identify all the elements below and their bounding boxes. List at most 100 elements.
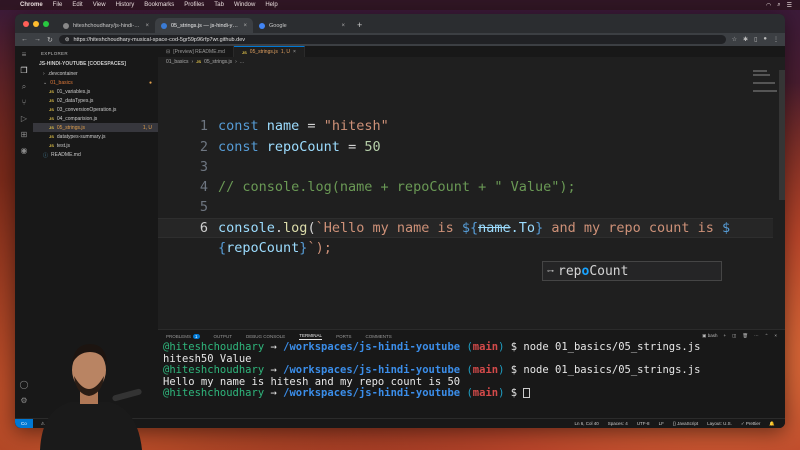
tree-item-03-conversion[interactable]: JS 03_conversionOperation.js <box>33 105 158 114</box>
maximize-panel-icon[interactable]: ⌃ <box>765 333 769 339</box>
browser-tab-github[interactable]: hiteshchoudhary/js-hindi-yout × <box>57 18 155 33</box>
search-icon[interactable]: ⌕ <box>19 82 29 92</box>
back-icon[interactable]: ← <box>21 36 28 43</box>
site-info-icon[interactable]: ⊜ <box>65 37 70 43</box>
tree-item-datatypes-summary[interactable]: JS datatypes-summary.js <box>33 132 158 141</box>
google-icon <box>259 22 265 29</box>
tree-item-01-variables[interactable]: JS 01_variables.js <box>33 87 158 96</box>
keyboard-layout[interactable]: Layout: U.S. <box>707 421 732 427</box>
menu-help[interactable]: Help <box>265 2 277 8</box>
zoom-window-button[interactable] <box>43 21 49 27</box>
js-file-icon: JS <box>49 134 54 139</box>
close-tab-icon[interactable]: × <box>341 23 345 29</box>
code-line-6-wrap[interactable]: {repoCount}`); <box>158 238 332 258</box>
panel-tab-debug-console[interactable]: DEBUG CONSOLE <box>246 334 285 339</box>
tree-item-readme[interactable]: ⓘ README.md <box>33 150 158 160</box>
extensions-icon[interactable]: ✱ <box>743 36 748 43</box>
breadcrumb-file[interactable]: 05_strings.js <box>204 59 232 65</box>
terminal-prompt[interactable]: @hiteshchoudhary → /workspaces/js-hindi-… <box>163 387 785 400</box>
code-line-5[interactable]: 5 <box>158 197 218 217</box>
editor-tab-05-strings[interactable]: JS 05_strings.js 1, U × <box>233 46 305 57</box>
control-center-icon[interactable]: ☰ <box>787 2 792 9</box>
forward-icon[interactable]: → <box>34 36 41 43</box>
suggestion-item[interactable]: repoCount <box>558 264 628 279</box>
indentation[interactable]: Spaces: 4 <box>608 421 628 427</box>
code-line-4[interactable]: 4// console.log(name + repoCount + " Val… <box>158 177 576 197</box>
reload-icon[interactable]: ↻ <box>47 36 53 44</box>
line-ending[interactable]: LF <box>659 421 664 427</box>
editor-tab-readme-preview[interactable]: ⊟ [Preview] README.md <box>158 46 234 57</box>
github-icon[interactable]: ◉ <box>19 146 29 156</box>
menu-view[interactable]: View <box>93 2 106 8</box>
minimize-window-button[interactable] <box>33 21 39 27</box>
tree-item-02-datatypes[interactable]: JS 02_dataTypes.js <box>33 96 158 105</box>
code-line-1[interactable]: 1 const name = "hitesh" <box>158 116 389 136</box>
editor-scrollbar[interactable] <box>779 70 785 200</box>
close-tab-icon[interactable]: × <box>293 49 296 55</box>
panel-tab-terminal[interactable]: TERMINAL <box>299 333 323 340</box>
settings-gear-icon[interactable]: ⚙ <box>19 396 29 406</box>
cursor-position[interactable]: Ln 6, Col 40 <box>575 421 599 427</box>
new-terminal-icon[interactable]: + <box>723 333 726 339</box>
wifi-icon[interactable]: ◠ <box>766 2 771 9</box>
extensions-icon[interactable]: ⊞ <box>19 130 29 140</box>
chevron-right-icon: › <box>43 70 45 77</box>
tree-item-test[interactable]: JS test.js <box>33 141 158 150</box>
kebab-menu-icon[interactable]: ⋮ <box>773 36 779 43</box>
code-line-2[interactable]: 2 const repoCount = 50 <box>158 137 381 157</box>
menu-edit[interactable]: Edit <box>72 2 82 8</box>
tree-item-05-strings[interactable]: JS 05_strings.js 1, U <box>33 123 158 132</box>
menu-window[interactable]: Window <box>234 2 255 8</box>
prettier-status[interactable]: ✓ Prettier <box>741 421 761 427</box>
notifications-bell-icon[interactable]: 🔔 <box>769 421 775 427</box>
menu-profiles[interactable]: Profiles <box>184 2 204 8</box>
split-terminal-icon[interactable]: ◫ <box>732 333 736 339</box>
explorer-icon[interactable]: ❐ <box>19 66 29 76</box>
breadcrumb-symbol[interactable]: ... <box>240 59 244 65</box>
tree-item-devcontainer[interactable]: › .devcontainer <box>33 69 158 78</box>
url-field[interactable]: ⊜ https://hiteshchoudhary-musical-space-… <box>58 35 726 44</box>
close-tab-icon[interactable]: × <box>145 23 149 29</box>
language-mode[interactable]: {} JavaScript <box>673 421 698 427</box>
source-control-icon[interactable]: ⑂ <box>19 98 29 108</box>
menu-app[interactable]: Chrome <box>20 2 43 8</box>
tab-label: Google <box>269 22 287 29</box>
close-panel-icon[interactable]: × <box>774 333 777 339</box>
sidepanel-icon[interactable]: ▯ <box>754 36 757 43</box>
code-editor[interactable]: 1 const name = "hitesh" 2 const repoCount … <box>158 70 778 325</box>
encoding[interactable]: UTF-8 <box>637 421 650 427</box>
code-line-3[interactable]: 3 <box>158 157 218 177</box>
close-window-button[interactable] <box>23 21 29 27</box>
panel-tab-problems[interactable]: PROBLEMS 1 <box>166 333 200 339</box>
breadcrumb-folder[interactable]: 01_basics <box>166 59 189 65</box>
minimap[interactable] <box>753 70 777 110</box>
terminal[interactable]: @hiteshchoudhary → /workspaces/js-hindi-… <box>158 341 785 400</box>
search-icon[interactable]: ⌕ <box>777 2 780 9</box>
browser-tab-codespace[interactable]: 05_strings.js — js-hindi-youtu × <box>155 18 253 33</box>
menu-icon[interactable]: ≡ <box>19 50 29 60</box>
panel-tab-output[interactable]: OUTPUT <box>214 334 233 339</box>
terminal-shell-label[interactable]: ▣ bash <box>702 333 717 339</box>
trash-icon[interactable]: 🗑 <box>742 333 748 339</box>
code-line-6[interactable]: 6 console.log(`Hello my name is ${name.To… <box>158 218 730 238</box>
panel-tab-comments[interactable]: COMMENTS <box>365 334 391 339</box>
workspace-root[interactable]: JS-HINDI-YOUTUBE [CODESPACES] <box>33 59 158 69</box>
more-actions-icon[interactable]: ⋯ <box>754 333 759 339</box>
apple-icon[interactable] <box>6 2 12 8</box>
panel-tab-ports[interactable]: PORTS <box>336 334 351 339</box>
menu-history[interactable]: History <box>116 2 135 8</box>
account-icon[interactable]: ◯ <box>19 380 29 390</box>
new-tab-button[interactable]: + <box>351 20 368 33</box>
js-file-icon: JS <box>49 98 54 103</box>
autocomplete-popup[interactable]: ⊶ repoCount <box>542 261 722 281</box>
menu-tab[interactable]: Tab <box>214 2 224 8</box>
menu-file[interactable]: File <box>53 2 63 8</box>
profile-avatar[interactable]: ● <box>763 36 767 43</box>
menu-bookmarks[interactable]: Bookmarks <box>144 2 174 8</box>
bookmark-star-icon[interactable]: ☆ <box>732 36 737 43</box>
browser-tab-google[interactable]: Google × <box>253 18 351 33</box>
run-debug-icon[interactable]: ▷ <box>19 114 29 124</box>
tree-item-04-comparision[interactable]: JS 04_comparision.js <box>33 114 158 123</box>
close-tab-icon[interactable]: × <box>243 23 247 29</box>
tree-item-01-basics[interactable]: ⌄ 01_basics ● <box>33 78 158 87</box>
